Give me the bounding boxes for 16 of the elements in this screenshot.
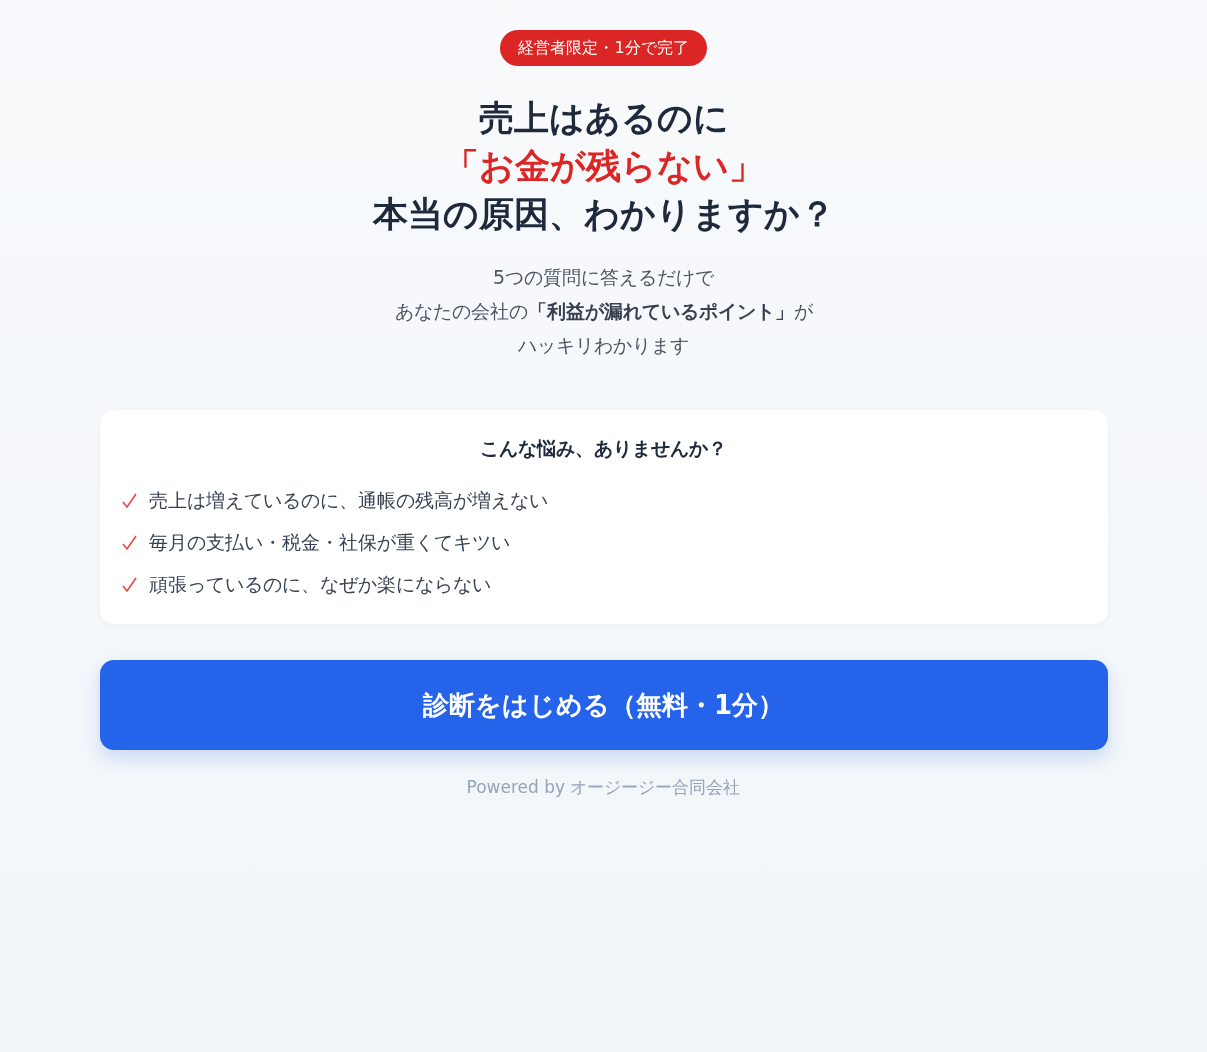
check-icon	[121, 493, 137, 509]
intro-text: ハッキリわかります	[517, 333, 690, 358]
concern-text: 毎月の支払い・税金・社保が重くてキツい	[148, 530, 510, 555]
concern-text: 頑張っているのに、なぜか楽にならない	[148, 572, 491, 597]
footer-text: Powered by オージージー合同会社	[466, 776, 741, 799]
check-icon	[121, 577, 137, 593]
start-button[interactable]: 診断をはじめる（無料・1分）	[99, 660, 1108, 750]
headline-line: 「お金が残らない」	[443, 145, 764, 188]
badge: 経営者限定・1分で完了	[500, 30, 707, 66]
card-title: こんな悩み、ありませんか？	[479, 436, 728, 461]
intro-text: 5つの質問に答えるだけで	[491, 265, 716, 290]
headline-line: 本当の原因、わかりますか？	[372, 193, 835, 236]
intro-text: あなたの会社の「利益が漏れているポイント」が	[394, 299, 813, 324]
concern-text: 売上は増えているのに、通帳の残高が増えない	[148, 488, 548, 513]
check-icon	[121, 535, 137, 551]
headline-line: 売上はあるのに	[478, 97, 729, 140]
